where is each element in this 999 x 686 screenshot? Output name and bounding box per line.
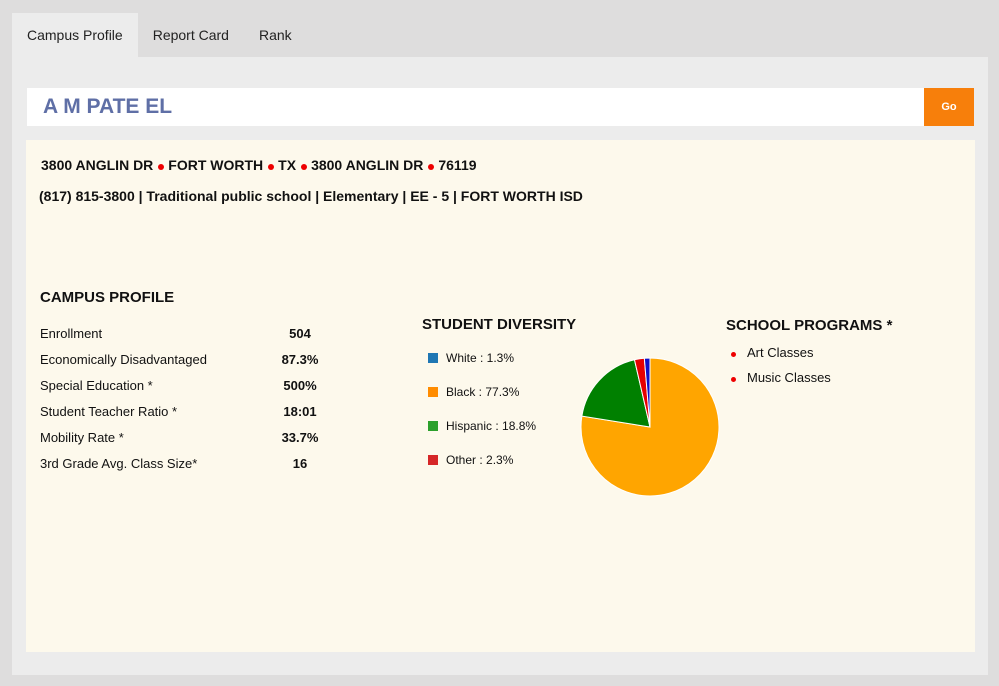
diversity-pie-chart <box>580 357 720 497</box>
legend-label: Hispanic : 18.8% <box>446 419 537 433</box>
stat-value: 33.7% <box>281 430 319 445</box>
go-button[interactable]: Go <box>924 88 974 126</box>
stat-label: Mobility Rate * <box>40 430 124 445</box>
tab-report-card[interactable]: Report Card <box>138 13 244 57</box>
address-state: TX <box>278 157 297 173</box>
bullet-icon <box>731 351 736 357</box>
campus-profile-heading: CAMPUS PROFILE <box>40 289 175 306</box>
separator-dot-icon <box>268 164 275 170</box>
diversity-legend: White : 1.3% Black : 77.3% Hispanic : 18… <box>428 351 536 487</box>
program-label: Art Classes <box>747 345 814 360</box>
stat-row-student-teacher-ratio: Student Teacher Ratio * 18:01 <box>40 404 320 430</box>
profile-content: 3800 ANGLIN DR FORT WORTH TX 3800 ANGLIN… <box>26 140 975 652</box>
stat-row-mobility-rate: Mobility Rate * 33.7% <box>40 430 320 456</box>
separator-dot-icon <box>301 164 308 170</box>
student-diversity-heading: STUDENT DIVERSITY <box>422 316 577 333</box>
address-street: 3800 ANGLIN DR <box>41 157 154 173</box>
stat-value: 16 <box>292 456 308 471</box>
school-programs-list: Art Classes Music Classes <box>731 340 831 390</box>
school-programs-heading: SCHOOL PROGRAMS * <box>726 317 893 334</box>
address-line: 3800 ANGLIN DR FORT WORTH TX 3800 ANGLIN… <box>41 157 477 173</box>
stat-value: 500% <box>283 378 317 393</box>
legend-item-white: White : 1.3% <box>428 351 536 385</box>
legend-item-hispanic: Hispanic : 18.8% <box>428 419 536 453</box>
stat-label: Economically Disadvantaged <box>40 352 207 367</box>
bullet-icon <box>731 376 736 382</box>
stat-row-class-size: 3rd Grade Avg. Class Size* 16 <box>40 456 320 482</box>
stat-value: 504 <box>289 326 311 341</box>
program-label: Music Classes <box>747 370 831 385</box>
address-zip: 76119 <box>438 157 477 173</box>
program-item: Music Classes <box>731 365 831 390</box>
school-search-input[interactable] <box>27 88 924 126</box>
stat-label: Enrollment <box>40 326 103 341</box>
legend-item-black: Black : 77.3% <box>428 385 536 419</box>
address-city: FORT WORTH <box>168 157 264 173</box>
stat-value: 87.3% <box>281 352 319 367</box>
school-meta-line: (817) 815-3800 | Traditional public scho… <box>39 188 583 204</box>
program-item: Art Classes <box>731 340 831 365</box>
legend-swatch <box>428 421 438 431</box>
stat-row-economically-disadvantaged: Economically Disadvantaged 87.3% <box>40 352 320 378</box>
stat-label: Special Education * <box>40 378 153 393</box>
legend-swatch <box>428 387 438 397</box>
main-panel: Go 3800 ANGLIN DR FORT WORTH TX 3800 ANG… <box>12 57 988 675</box>
stat-row-enrollment: Enrollment 504 <box>40 326 320 352</box>
separator-dot-icon <box>428 164 435 170</box>
stat-row-special-education: Special Education * 500% <box>40 378 320 404</box>
address-street-2: 3800 ANGLIN DR <box>311 157 424 173</box>
legend-swatch <box>428 353 438 363</box>
stat-label: Student Teacher Ratio * <box>40 404 178 419</box>
tab-campus-profile[interactable]: Campus Profile <box>12 13 138 57</box>
campus-profile-stats: Enrollment 504 Economically Disadvantage… <box>40 326 320 482</box>
search-box <box>27 88 924 126</box>
stat-label: 3rd Grade Avg. Class Size* <box>40 456 198 471</box>
legend-swatch <box>428 455 438 465</box>
legend-label: Other : 2.3% <box>446 453 514 467</box>
legend-item-other: Other : 2.3% <box>428 453 536 487</box>
legend-label: Black : 77.3% <box>446 385 520 399</box>
separator-dot-icon <box>158 164 165 170</box>
tab-rank[interactable]: Rank <box>244 13 307 57</box>
legend-label: White : 1.3% <box>446 351 515 365</box>
stat-value: 18:01 <box>283 404 317 419</box>
tab-bar: Campus Profile Report Card Rank <box>12 13 307 57</box>
